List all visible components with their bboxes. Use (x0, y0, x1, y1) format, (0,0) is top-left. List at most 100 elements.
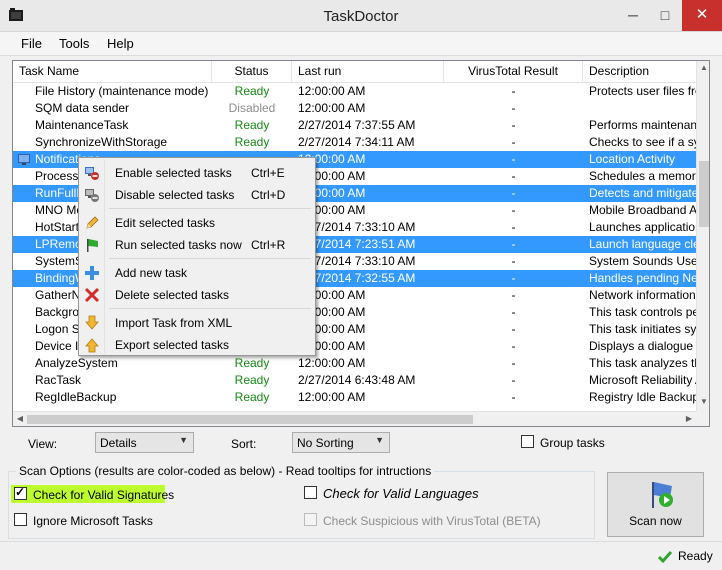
cell-status: Disabled (228, 101, 276, 115)
cell-name: RacTask (35, 373, 82, 387)
menu-item-disable-selected[interactable]: Disable selected tasks Ctrl+D (81, 184, 313, 206)
sort-dropdown[interactable]: No Sorting ▼ (292, 432, 390, 453)
cell-name: AnalyzeSystem (35, 356, 118, 370)
ignore-microsoft-checkbox[interactable] (14, 513, 27, 526)
column-description[interactable]: Description (583, 61, 697, 83)
menu-item-label: Run selected tasks now (115, 238, 242, 252)
scroll-right-icon[interactable]: ▶ (682, 412, 696, 426)
menu-help[interactable]: Help (107, 36, 134, 51)
cell-last-run: 2/27/2014 6:43:48 AM (298, 373, 416, 387)
status-bar: Ready (0, 541, 722, 570)
ready-check-icon (657, 551, 673, 564)
check-virustotal-label: Check Suspicious with VirusTotal (BETA) (323, 514, 541, 528)
export-arrow-icon (85, 338, 99, 353)
column-last-run[interactable]: Last run (292, 61, 444, 83)
checkmark-icon: ✓ (15, 485, 26, 499)
cell-vt: - (511, 152, 516, 166)
table-row[interactable]: SQM data sender Disabled 12:00:00 AM - (13, 100, 697, 117)
menu-item-edit-selected[interactable]: Edit selected tasks (81, 212, 313, 234)
list-header: Task Name Status Last run VirusTotal Res… (13, 61, 697, 83)
cell-desc: Handles pending Netw (589, 271, 697, 285)
cell-vt: - (511, 203, 516, 217)
title-bar: TaskDoctor ─ □ ✕ (0, 0, 722, 32)
menu-separator (109, 258, 311, 259)
add-plus-icon (85, 266, 99, 280)
cell-last-run: 2/27/2014 7:32:55 AM (298, 271, 416, 285)
menu-file[interactable]: File (21, 36, 42, 51)
cell-desc: Displays a dialogue bo (589, 339, 697, 353)
check-languages-checkbox[interactable] (304, 486, 317, 499)
close-button[interactable]: ✕ (682, 0, 722, 31)
maximize-button[interactable]: □ (650, 0, 680, 31)
table-row[interactable]: RacTask Ready 2/27/2014 6:43:48 AM - Microso… (13, 372, 697, 389)
cell-desc: Checks to see if a sync (589, 135, 697, 149)
cell-last-run: 12:00:00 AM (298, 84, 366, 98)
cell-vt: - (511, 271, 516, 285)
cell-desc: Launch language clea (589, 237, 697, 251)
cell-desc: This task analyzes the (589, 356, 697, 370)
cell-desc: Performs maintenance (589, 118, 697, 132)
scroll-left-icon[interactable]: ◀ (13, 412, 27, 426)
cell-desc: This task initiates sync (589, 322, 697, 336)
table-row[interactable]: MaintenanceTask Ready 2/27/2014 7:37:55 AM… (13, 117, 697, 134)
scan-now-button[interactable]: Scan now (607, 472, 704, 537)
scan-now-label: Scan now (629, 514, 682, 528)
delete-x-icon (84, 287, 100, 303)
cell-vt: - (511, 101, 516, 115)
cell-desc: Location Activity (589, 152, 676, 166)
menu-separator (109, 208, 311, 209)
cell-name: MaintenanceTask (35, 118, 129, 132)
cell-desc: Network information co (589, 288, 697, 302)
group-tasks-checkbox[interactable] (521, 435, 534, 448)
cell-status: Ready (234, 84, 270, 98)
minimize-button[interactable]: ─ (618, 0, 648, 31)
cell-name: SynchronizeWithStorage (35, 135, 168, 149)
menu-item-export-selected[interactable]: Export selected tasks (81, 334, 313, 356)
menu-item-delete-selected[interactable]: Delete selected tasks (81, 284, 313, 306)
cell-vt: - (511, 322, 516, 336)
chevron-down-icon: ▼ (375, 435, 384, 445)
table-row[interactable]: SynchronizeWithStorage Ready 2/27/2014 7:3… (13, 134, 697, 151)
menu-item-run-selected[interactable]: Run selected tasks now Ctrl+R (81, 234, 313, 256)
cell-last-run: 12:00:00 AM (298, 101, 366, 115)
scroll-up-icon[interactable]: ▲ (697, 61, 709, 75)
table-row[interactable]: File History (maintenance mode) Ready 12:0… (13, 83, 697, 100)
cell-vt: - (511, 169, 516, 183)
chevron-down-icon: ▼ (179, 435, 188, 445)
menu-item-label: Export selected tasks (115, 338, 230, 352)
task-icon (18, 154, 30, 165)
check-signatures-checkbox[interactable]: ✓ (14, 485, 27, 500)
column-virustotal[interactable]: VirusTotal Result (444, 61, 583, 83)
table-row[interactable]: RegIdleBackup Ready 12:00:00 AM - Registry I… (13, 389, 697, 406)
scroll-down-icon[interactable]: ▼ (697, 395, 709, 409)
horizontal-scrollbar[interactable]: ◀ ▶ (13, 411, 697, 426)
cell-vt: - (511, 118, 516, 132)
menu-item-import-xml[interactable]: Import Task from XML (81, 312, 313, 334)
menu-item-enable-selected[interactable]: Enable selected tasks Ctrl+E (81, 162, 313, 184)
cell-last-run: 12:00:00 AM (298, 322, 366, 336)
check-virustotal-checkbox[interactable] (304, 513, 317, 526)
menu-item-label: Edit selected tasks (115, 216, 216, 230)
table-row[interactable]: AnalyzeSystem Ready 12:00:00 AM - This task … (13, 355, 697, 372)
enable-tasks-icon (85, 167, 99, 180)
cell-name: RegIdleBackup (35, 390, 117, 404)
menu-item-label: Disable selected tasks (115, 188, 235, 202)
cell-name: File History (maintenance mode) (35, 84, 209, 98)
cell-vt: - (511, 373, 516, 387)
menu-item-label: Add new task (115, 266, 188, 280)
horizontal-scroll-thumb[interactable] (27, 415, 473, 424)
menu-tools[interactable]: Tools (59, 36, 89, 51)
check-languages-label: Check for Valid Languages (323, 486, 479, 501)
menu-item-add-new[interactable]: Add new task (81, 262, 313, 284)
column-task-name[interactable]: Task Name (13, 61, 212, 83)
column-status[interactable]: Status (212, 61, 292, 83)
ignore-microsoft-label: Ignore Microsoft Tasks (33, 514, 153, 528)
edit-pencil-icon (86, 216, 99, 229)
vertical-scroll-thumb[interactable] (699, 161, 709, 227)
scan-flag-icon (652, 482, 673, 508)
cell-last-run: 12:00:00 AM (298, 169, 366, 183)
cell-last-run: 12:00:00 AM (298, 203, 366, 217)
vertical-scrollbar[interactable]: ▲ ▼ (696, 61, 709, 411)
cell-vt: - (511, 135, 516, 149)
view-dropdown[interactable]: Details ▼ (95, 432, 194, 453)
